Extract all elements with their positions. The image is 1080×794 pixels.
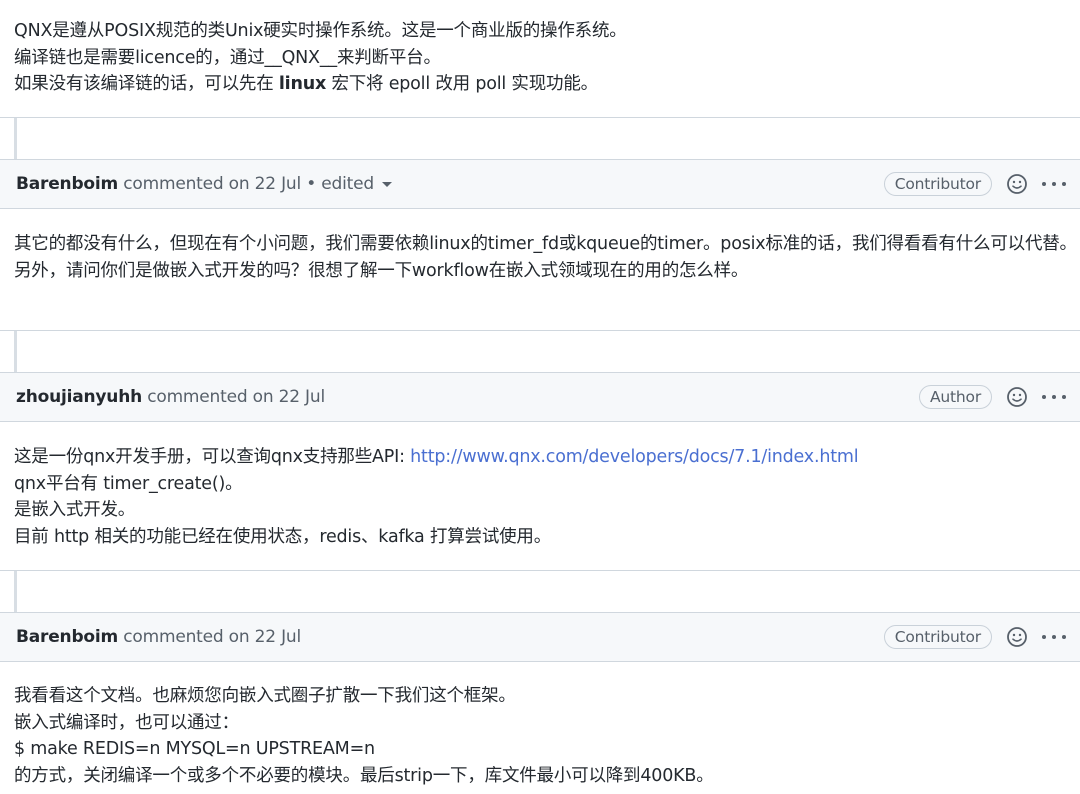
comment-author-link[interactable]: Barenboim [16,174,118,194]
comment-text-line: 嵌入式编译时，也可以通过： [14,712,239,733]
timeline-bar [14,118,17,159]
comment-text-line: qnx平台有 timer_create()。 [14,473,243,494]
comment-actions: Contributor [883,160,1066,208]
comment-header: zhoujianyuhh commented on 22 Jul Author [0,372,1080,422]
comment-text-line: 目前 http 相关的功能已经在使用状态，redis、kafka 打算尝试使用。 [14,526,552,547]
text-fragment: 这是一份qnx开发手册，可以查询qnx支持那些API: [14,447,411,467]
comment-body-qnx-intro: QNX是遵从POSIX规范的类Unix硬实时操作系统。这是一个商业版的操作系统。… [0,12,1080,98]
role-badge: Contributor [883,172,992,196]
comment-actions: Contributor [883,613,1066,661]
comment-text-line: $ make REDIS=n MYSQL=n UPSTREAM=n [14,739,375,759]
comment-text-line: QNX是遵从POSIX规范的类Unix硬实时操作系统。这是一个商业版的操作系统。 [14,21,627,41]
comment-meta: Barenboim commented on 22 Jul • edited [16,160,392,208]
comment-body: 其它的都没有什么，但现在有个小问题，我们需要依赖linux的timer_fd或k… [0,225,1080,284]
comment-meta: zhoujianyuhh commented on 22 Jul [16,373,325,421]
more-options-icon[interactable] [1042,386,1066,408]
add-reaction-smiley-icon[interactable] [1006,173,1028,195]
comment-text-line: 编译链也是需要licence的，通过__QNX__来判断平台。 [14,47,441,68]
timeline-bar [14,331,17,372]
comment-body: 这是一份qnx开发手册，可以查询qnx支持那些API: http://www.q… [0,438,1080,550]
text-fragment: 如果没有该编译链的话，可以先在 [14,74,279,94]
chevron-down-icon[interactable] [381,181,392,187]
role-badge: Contributor [883,625,992,649]
comment-header: Barenboim commented on 22 Jul • edited C… [0,159,1080,209]
qnx-docs-link[interactable]: http://www.qnx.com/developers/docs/7.1/i… [410,447,858,467]
comment-text-line: 如果没有该编译链的话，可以先在 linux 宏下将 epoll 改用 poll … [14,71,1080,98]
comment-text-line: 这是一份qnx开发手册，可以查询qnx支持那些API: http://www.q… [14,444,1080,471]
comment-actions: Author [919,373,1066,421]
bold-text: linux [278,74,327,94]
text-fragment: 宏下将 epoll 改用 poll 实现功能。 [326,74,598,94]
comment-header: Barenboim commented on 22 Jul Contributo… [0,612,1080,662]
timeline-gap [0,331,1080,372]
comment-meta: Barenboim commented on 22 Jul [16,613,301,661]
add-reaction-smiley-icon[interactable] [1006,626,1028,648]
edited-label[interactable]: • edited [301,174,374,194]
timeline-bar [14,571,17,612]
timeline-gap [0,571,1080,612]
comment-timestamp-link[interactable]: commented on 22 Jul [147,387,325,407]
role-badge: Author [919,385,992,409]
comment-text-line: 我看看这个文档。也麻烦您向嵌入式圈子扩散一下我们这个框架。 [14,686,516,706]
more-options-icon[interactable] [1042,173,1066,195]
comment-body: 我看看这个文档。也麻烦您向嵌入式圈子扩散一下我们这个框架。 嵌入式编译时，也可以… [0,677,1080,789]
comment-text-line: 是嵌入式开发。 [14,500,136,520]
comment-author-link[interactable]: zhoujianyuhh [16,387,142,407]
comment-text-line: 另外，请问你们是做嵌入式开发的吗？很想了解一下workflow在嵌入式领域现在的… [14,260,749,281]
comment-text-line: 其它的都没有什么，但现在有个小问题，我们需要依赖linux的timer_fd或k… [14,234,1077,254]
comment-timestamp-link[interactable]: commented on 22 Jul [123,174,301,194]
comment-timestamp-link[interactable]: commented on 22 Jul [123,627,301,647]
comment-author-link[interactable]: Barenboim [16,627,118,647]
comment-text-line: 的方式，关闭编译一个或多个不必要的模块。最后strip一下，库文件最小可以降到4… [14,765,714,786]
add-reaction-smiley-icon[interactable] [1006,386,1028,408]
more-options-icon[interactable] [1042,626,1066,648]
timeline-gap [0,118,1080,159]
